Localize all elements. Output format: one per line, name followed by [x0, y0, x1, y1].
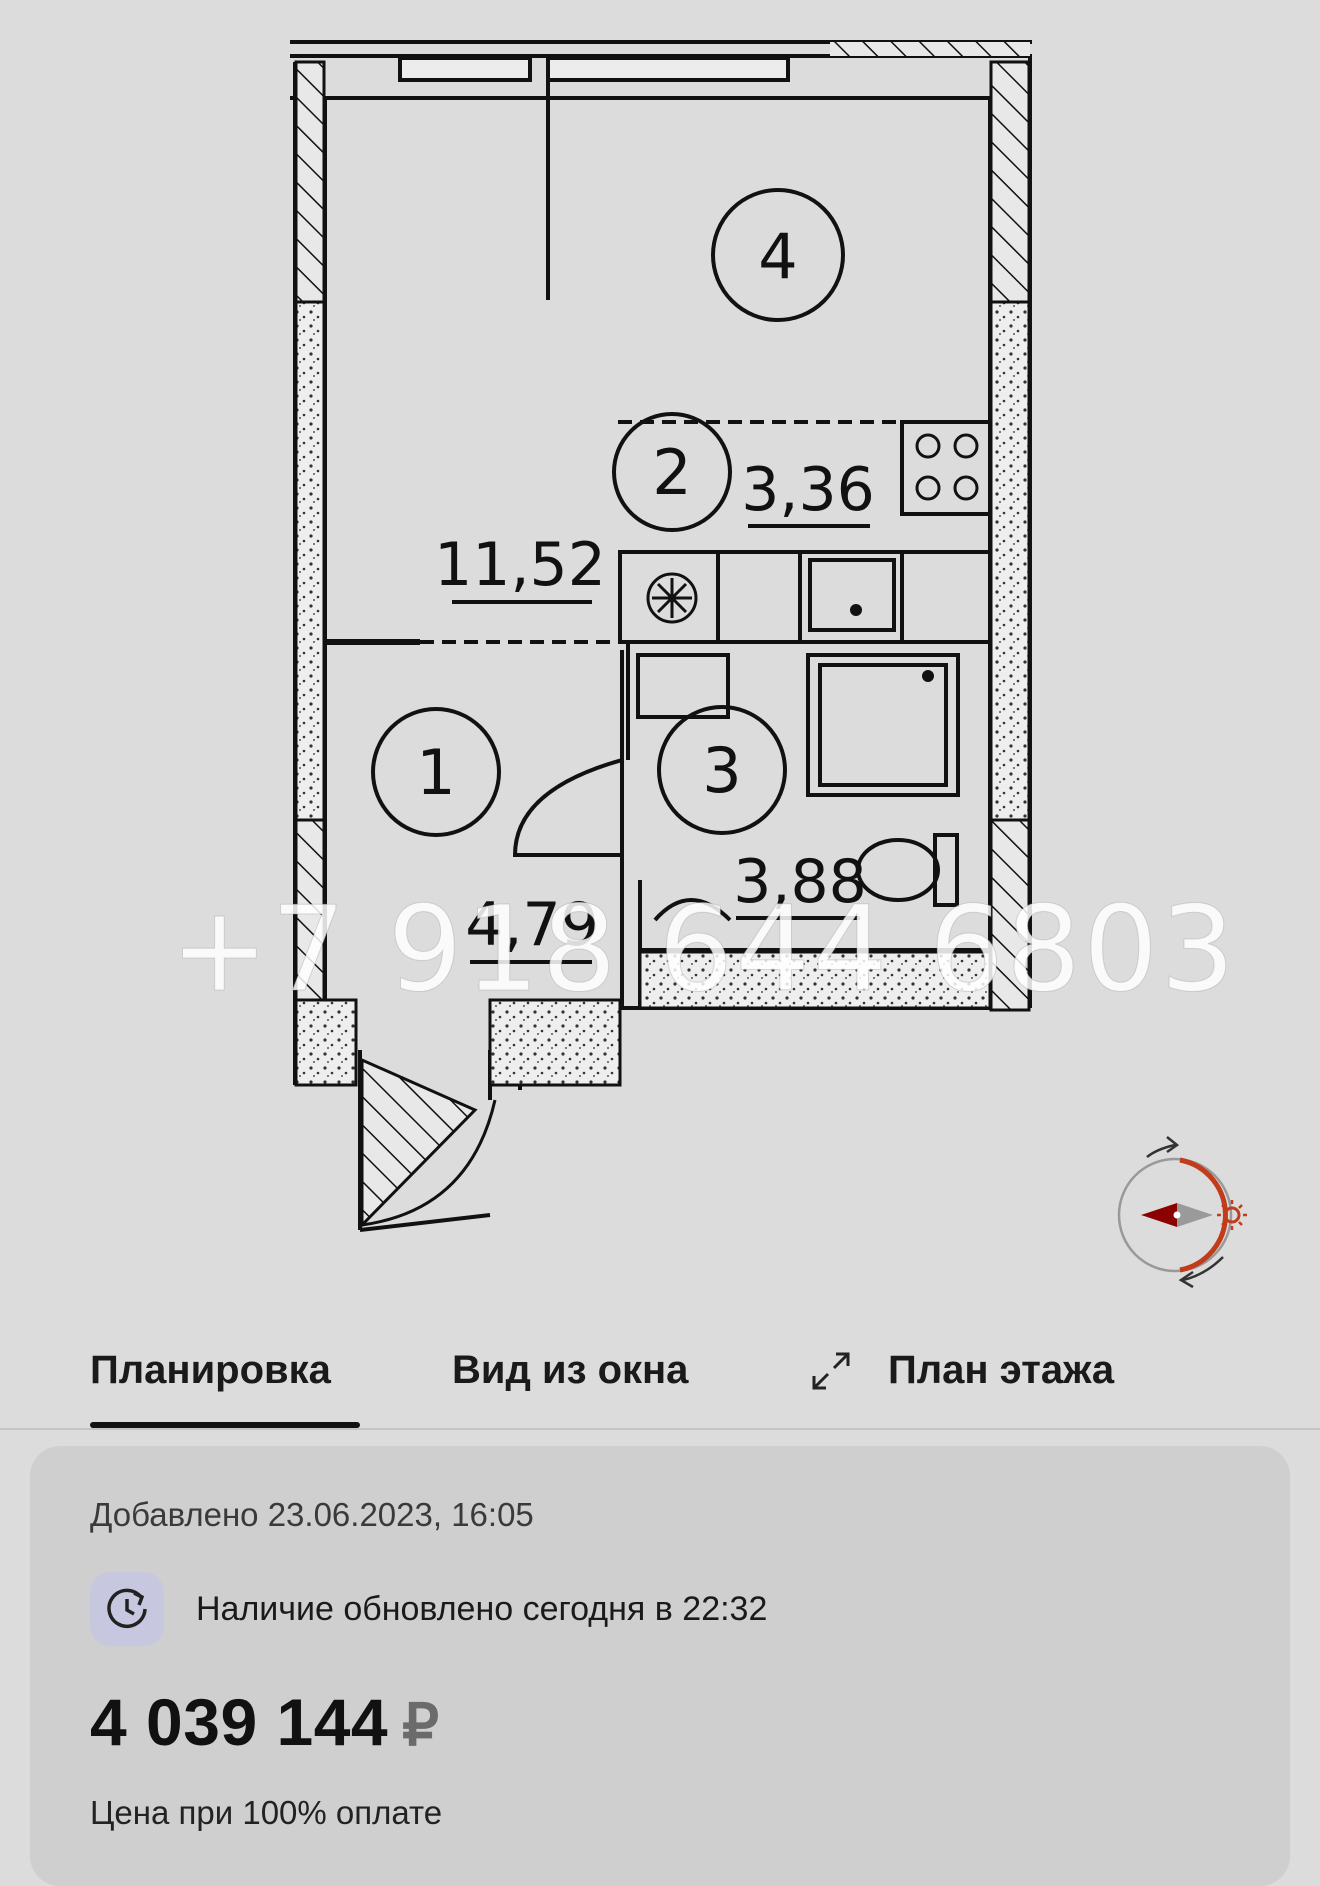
price-note: Цена при 100% оплате: [90, 1794, 443, 1831]
price-value: 4 039 144: [90, 1685, 389, 1759]
tab-layout[interactable]: Планировка: [90, 1348, 331, 1393]
floor-plan-drawing: 4 2 1 3 11,52 3,36 4,79 3,88: [290, 40, 1032, 1232]
view-tabs: Планировка Вид из окна План этажа: [0, 1330, 1320, 1430]
price-row: 4 039 144 ₽: [90, 1684, 439, 1760]
phone-watermark: +7 918 644 6803: [169, 880, 1238, 1019]
added-date: Добавлено 23.06.2023, 16:05: [90, 1496, 534, 1533]
listing-info-card: Добавлено 23.06.2023, 16:05 Наличие обно…: [30, 1446, 1290, 1886]
room-4-area: 11,52: [434, 530, 606, 600]
active-tab-indicator: [90, 1422, 360, 1428]
expand-icon[interactable]: [808, 1348, 854, 1394]
currency-symbol: ₽: [402, 1693, 440, 1758]
floor-plan-area: 4 2 1 3 11,52 3,36 4,79 3,88 +7 918 644 …: [0, 0, 1320, 1300]
tab-floor-plan[interactable]: План этажа: [888, 1348, 1114, 1393]
room-1-number: 1: [416, 736, 455, 809]
room-2-number: 2: [652, 436, 691, 509]
tab-window-view[interactable]: Вид из окна: [452, 1348, 688, 1393]
compass-icon[interactable]: [1105, 1125, 1265, 1305]
room-4-number: 4: [758, 220, 797, 293]
clock-refresh-icon: [107, 1588, 147, 1629]
availability-row: Наличие обновлено сегодня в 22:32: [90, 1572, 990, 1648]
room-3-number: 3: [702, 734, 741, 807]
room-2-area: 3,36: [741, 455, 875, 525]
availability-status: Наличие обновлено сегодня в 22:32: [196, 1590, 768, 1628]
clock-badge: [90, 1572, 164, 1646]
